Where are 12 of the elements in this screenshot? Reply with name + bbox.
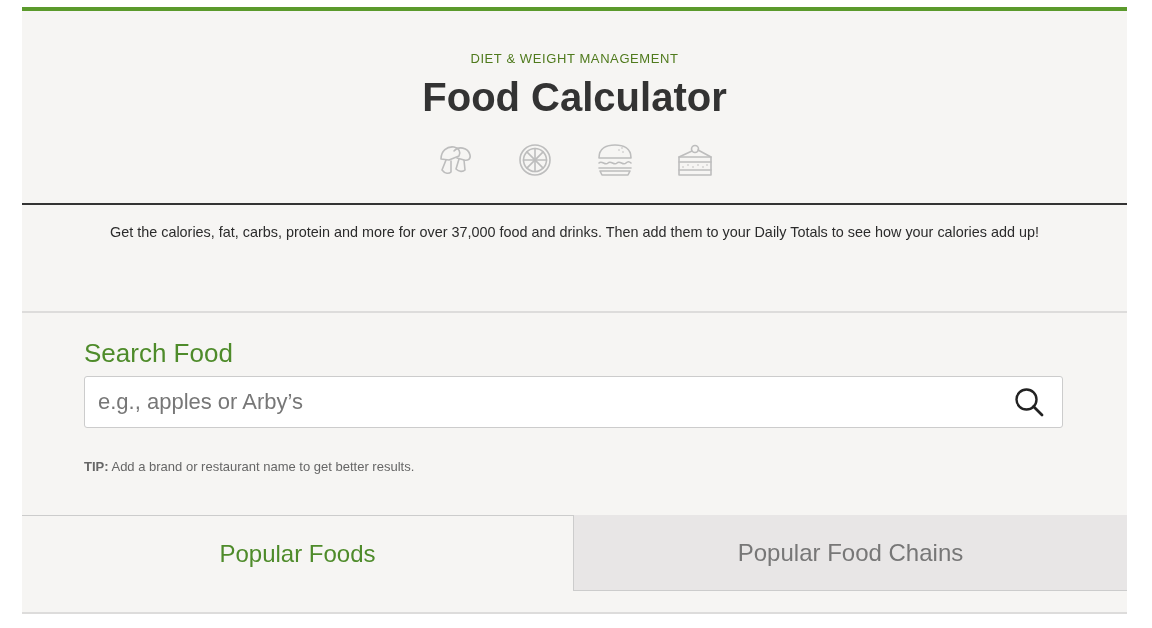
search-tip: TIP: Add a brand or restaurant name to get better results. xyxy=(84,458,415,476)
search-field[interactable]: e.g., apples or Arby’s xyxy=(84,376,1063,428)
burger-icon xyxy=(596,143,633,177)
category-tab[interactable]: Popular Foods xyxy=(22,515,574,591)
intro-text: Get the calories, fat, carbs, protein and more for over 37,000 food and drinks. Then add them to your Daily Totals to see how your calories add up! xyxy=(110,223,1039,242)
category-tab[interactable]: Popular Food Chains xyxy=(574,515,1127,591)
search-icon[interactable] xyxy=(1014,387,1044,417)
section-eyebrow: DIET & WEIGHT MANAGEMENT xyxy=(470,51,679,67)
citrus-slice-icon xyxy=(516,143,553,177)
search-label: Search Food xyxy=(84,338,233,368)
page-title: Food Calculator xyxy=(422,74,727,121)
cake-slice-icon xyxy=(676,143,713,177)
